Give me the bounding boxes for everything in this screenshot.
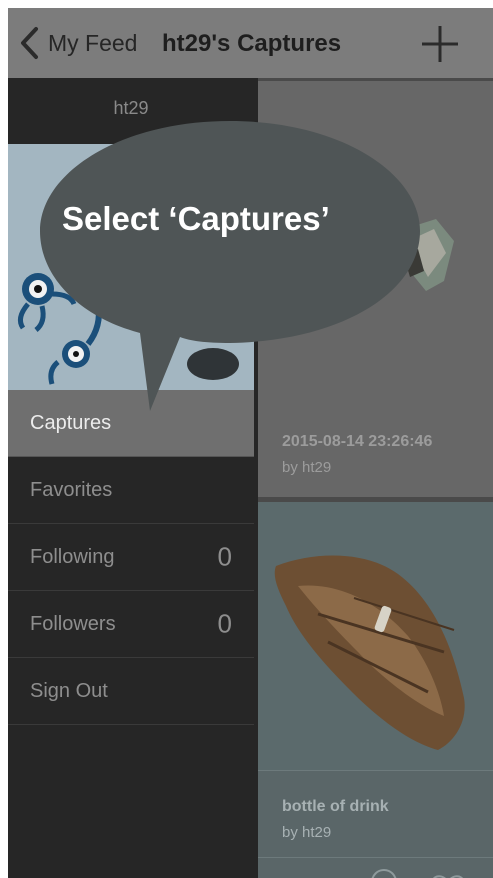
followers-count: 0	[217, 608, 232, 639]
following-count: 0	[217, 541, 232, 572]
callout-text: Select ‘Captures’	[62, 200, 330, 237]
speech-bubble	[40, 121, 420, 411]
comment-like-icons	[371, 869, 463, 878]
card-title: 2015-08-14 23:26:46	[282, 433, 433, 450]
back-button[interactable]: My Feed	[18, 23, 137, 63]
sidebar-item-favorites[interactable]: Favorites	[8, 457, 254, 524]
app-frame: My Feed ht29's Captures ht29 Captures Fa…	[8, 8, 493, 878]
sidebar-item-label: Sign Out	[30, 679, 108, 702]
navigation-bar: My Feed ht29's Captures	[8, 8, 493, 78]
sidebar-item-following[interactable]: Following 0	[8, 524, 254, 591]
card-author: by ht29	[282, 459, 332, 476]
chevron-left-icon	[21, 27, 38, 59]
card-author: by ht29	[282, 824, 332, 841]
sidebar-menu: Captures Favorites Following 0 Followers…	[8, 390, 254, 725]
sidebar-item-label: Favorites	[30, 478, 113, 501]
capture-thumbnail	[274, 555, 465, 750]
sidebar-item-label: Following	[30, 545, 115, 568]
sidebar-item-followers[interactable]: Followers 0	[8, 591, 254, 658]
tutorial-callout	[40, 121, 420, 421]
sidebar-item-label: Followers	[30, 612, 116, 635]
back-label: My Feed	[48, 29, 138, 56]
page-title: ht29's Captures	[162, 30, 342, 57]
capture-card[interactable]: bottle of drink by ht29	[258, 502, 493, 878]
plus-icon[interactable]	[420, 24, 460, 64]
card-title: bottle of drink	[282, 798, 389, 815]
card-stats-bar	[258, 857, 493, 878]
sidebar-item-sign-out[interactable]: Sign Out	[8, 658, 254, 725]
